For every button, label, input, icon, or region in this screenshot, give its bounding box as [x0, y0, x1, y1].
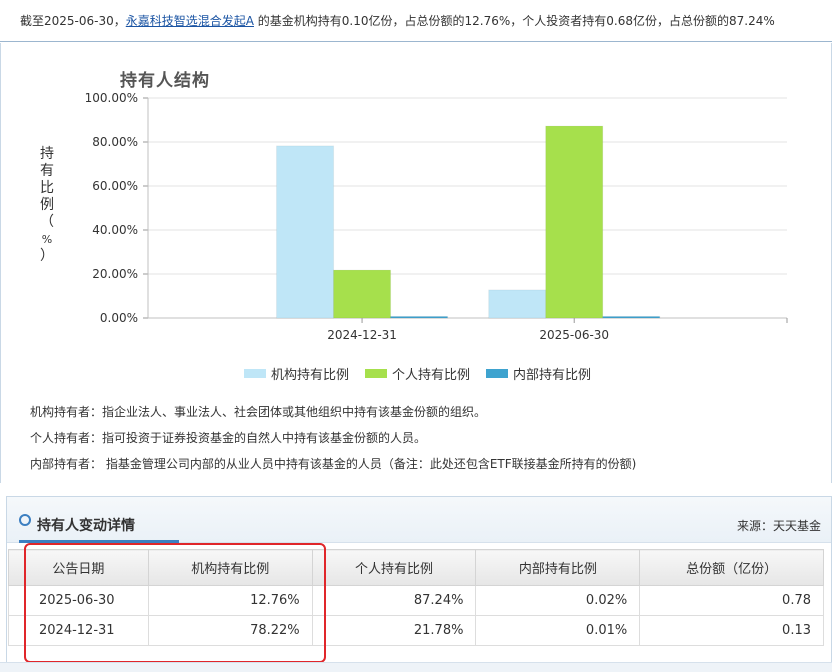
- y-axis-label-char: 有: [40, 163, 54, 179]
- header-internal[interactable]: 内部持有比例: [475, 549, 641, 586]
- cell-date: 2024-12-31: [8, 615, 149, 646]
- cell-date: 2025-06-30: [8, 585, 149, 616]
- x-tick-label: 2025-06-30: [539, 328, 609, 342]
- legend-swatch: [244, 369, 266, 378]
- chart-title: 持有人结构: [120, 71, 210, 91]
- header-institutional[interactable]: 机构持有比例: [147, 549, 313, 586]
- section-title-underline: [19, 540, 179, 543]
- cell-total-shares: 0.13: [639, 615, 824, 646]
- chart-legend: 机构持有比例 个人持有比例 内部持有比例: [244, 364, 591, 383]
- circle-icon: [19, 514, 31, 526]
- y-axis-label-char: 持: [40, 146, 54, 162]
- bar: [488, 289, 547, 319]
- legend-label: 机构持有比例: [271, 368, 350, 383]
- y-axis-label-char: %: [41, 233, 53, 246]
- description-individual: 个人持有者：指可投资于证券投资基金的自然人中持有该基金份额的人员。: [30, 431, 427, 445]
- cell-institutional: 12.76%: [147, 585, 313, 616]
- cell-internal: 0.01%: [475, 615, 641, 646]
- y-axis-label-char: 比: [40, 180, 54, 196]
- data-source: 来源：天天基金: [736, 519, 821, 533]
- bar: [276, 145, 335, 319]
- legend-label: 个人持有比例: [392, 368, 471, 383]
- legend-label: 内部持有比例: [513, 368, 592, 383]
- legend-item-internal[interactable]: 内部持有比例: [486, 364, 591, 383]
- cell-individual: 87.24%: [311, 585, 477, 616]
- bar: [545, 125, 604, 319]
- y-axis-label-char: 例: [40, 197, 54, 213]
- y-axis-label-char: （: [40, 214, 54, 230]
- description-internal: 内部持有者： 指基金管理公司内部的从业人员中持有该基金的人员（备注：此处还包含E…: [30, 457, 637, 471]
- y-tick-label: 100.00%: [85, 91, 138, 105]
- cell-total-shares: 0.78: [639, 585, 824, 616]
- header-date[interactable]: 公告日期: [8, 549, 149, 586]
- description-institutional: 机构持有者：指企业法人、事业法人、社会团体或其他组织中持有该基金份额的组织。: [30, 405, 487, 419]
- y-tick-label: 80.00%: [92, 135, 138, 149]
- cell-institutional: 78.22%: [147, 615, 313, 646]
- table-row: 2024-12-31 78.22% 21.78% 0.01% 0.13: [8, 615, 824, 646]
- next-section-strip: [0, 662, 832, 672]
- bar: [390, 316, 449, 319]
- bar: [602, 316, 661, 319]
- cell-internal: 0.02%: [475, 585, 641, 616]
- legend-item-institutional[interactable]: 机构持有比例: [244, 364, 349, 383]
- y-axis-label: 持 有 比 例 （ % ）: [38, 146, 56, 265]
- header-total-shares[interactable]: 总份额（亿份）: [639, 549, 824, 586]
- legend-swatch: [486, 369, 509, 378]
- holder-change-table: 公告日期 机构持有比例 个人持有比例 内部持有比例 总份额（亿份） 2025-0…: [8, 549, 824, 646]
- table-header-row: 公告日期 机构持有比例 个人持有比例 内部持有比例 总份额（亿份）: [8, 549, 824, 586]
- y-tick-label: 40.00%: [92, 223, 138, 237]
- x-tick-label: 2024-12-31: [327, 328, 397, 342]
- section-header: 持有人变动详情 来源：天天基金: [7, 497, 831, 543]
- table-row: 2025-06-30 12.76% 87.24% 0.02% 0.78: [8, 585, 824, 616]
- y-tick-label: 0.00%: [100, 311, 138, 325]
- legend-swatch: [365, 369, 388, 378]
- bar: [333, 269, 392, 319]
- y-tick-label: 20.00%: [92, 267, 138, 281]
- y-tick-label: 60.00%: [92, 179, 138, 193]
- y-axis-label-char: ）: [40, 248, 54, 264]
- legend-item-individual[interactable]: 个人持有比例: [365, 364, 470, 383]
- section-title: 持有人变动详情: [37, 518, 135, 534]
- header-individual[interactable]: 个人持有比例: [311, 549, 477, 586]
- cell-individual: 21.78%: [311, 615, 477, 646]
- plot-area: [148, 98, 787, 318]
- holder-structure-chart: 0.00% 20.00% 40.00% 60.00% 80.00% 100.00% 2024…: [85, 91, 788, 342]
